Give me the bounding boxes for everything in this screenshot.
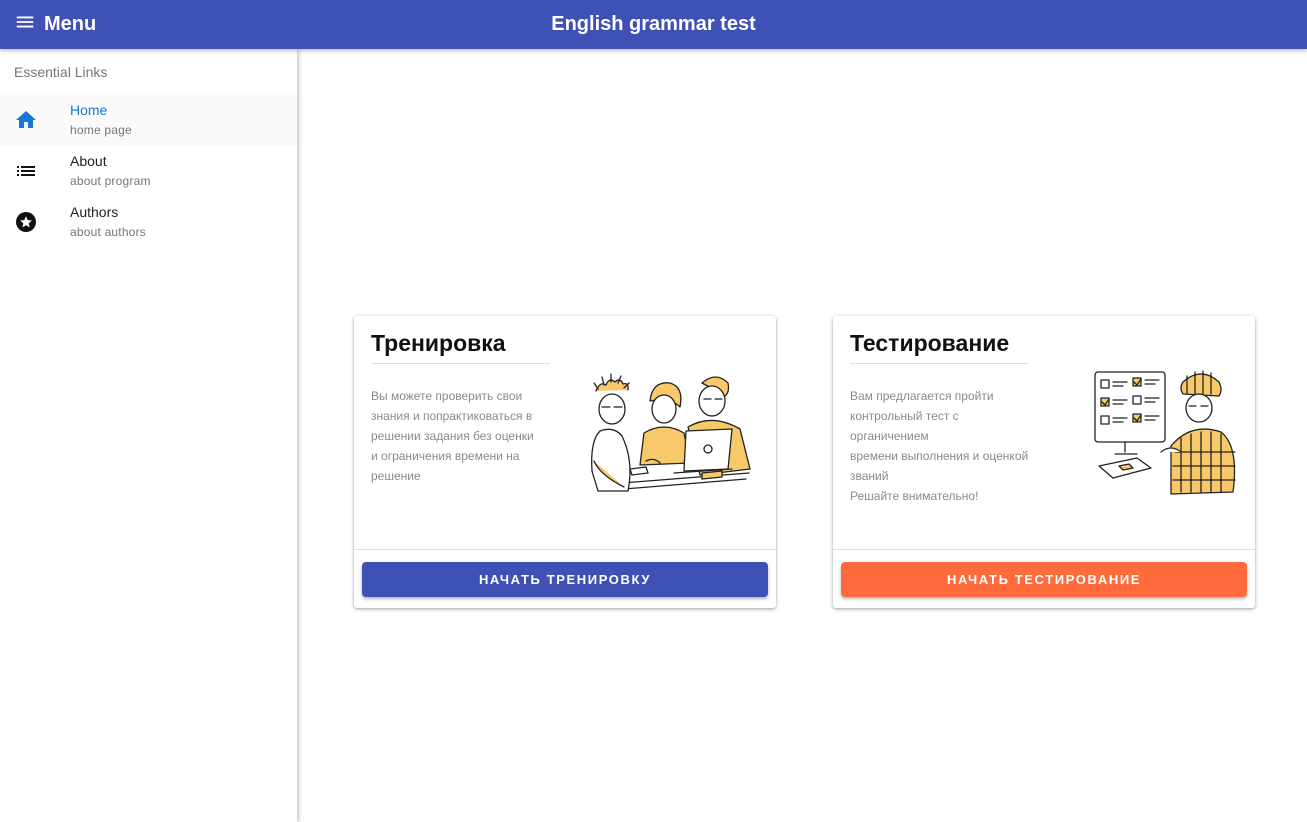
nav-item-home[interactable]: Home home page: [0, 95, 297, 146]
card-title: Тренировка: [371, 330, 550, 364]
app-title: English grammar test: [551, 13, 756, 35]
menu-button[interactable]: Menu: [14, 0, 96, 49]
people-at-laptop-illustration: [584, 361, 752, 501]
hamburger-menu-icon: [14, 11, 36, 38]
navigation-drawer: Essential Links Home home page About abo…: [0, 49, 297, 822]
nav-item-caption: about program: [70, 174, 151, 188]
card-description-line: знания и попрактиковаться в: [371, 409, 533, 423]
card-description-line: решение: [371, 469, 421, 483]
drawer-header: Essential Links: [14, 64, 108, 80]
nav-item-title: Home: [70, 102, 108, 118]
nav-item-caption: about authors: [70, 225, 146, 239]
card-description: Вы можете проверить свои знания и попрак…: [371, 386, 551, 486]
training-card: Тренировка Вы можете проверить свои знан…: [354, 316, 776, 608]
home-icon: [14, 108, 38, 132]
nav-item-title: About: [70, 153, 107, 169]
card-divider: [354, 549, 776, 550]
card-description-line: Вы можете проверить свои: [371, 389, 523, 403]
nav-item-title: Authors: [70, 204, 119, 220]
card-description-line: Вам предлагается пройти: [850, 389, 994, 403]
app-header: Menu English grammar test: [0, 0, 1307, 49]
card-description-line: контрольный тест с органичением: [850, 409, 959, 443]
start-testing-button[interactable]: НАЧАТЬ ТЕСТИРОВАНИЕ: [841, 562, 1247, 597]
card-description-line: Решайте внимательно!: [850, 489, 979, 503]
card-description-line: решении задания без оценки: [371, 429, 534, 443]
nav-item-about[interactable]: About about program: [0, 146, 297, 197]
nav-item-caption: home page: [70, 123, 132, 137]
card-title: Тестирование: [850, 330, 1029, 364]
card-description-line: и ограничения времени на: [371, 449, 520, 463]
card-description: Вам предлагается пройти контрольный тест…: [850, 386, 1030, 506]
menu-label: Menu: [44, 13, 97, 35]
start-training-button[interactable]: НАЧАТЬ ТРЕНИРОВКУ: [362, 562, 768, 597]
list-icon: [14, 159, 38, 183]
nav-item-authors[interactable]: Authors about authors: [0, 197, 297, 248]
person-taking-test-illustration: [1091, 368, 1241, 496]
card-description-line: званий: [850, 469, 889, 483]
star-circle-icon: [14, 210, 38, 234]
testing-card: Тестирование Вам предлагается пройти кон…: [833, 316, 1255, 608]
card-divider: [833, 549, 1255, 550]
card-description-line: времени выполнения и оценкой: [850, 449, 1029, 463]
